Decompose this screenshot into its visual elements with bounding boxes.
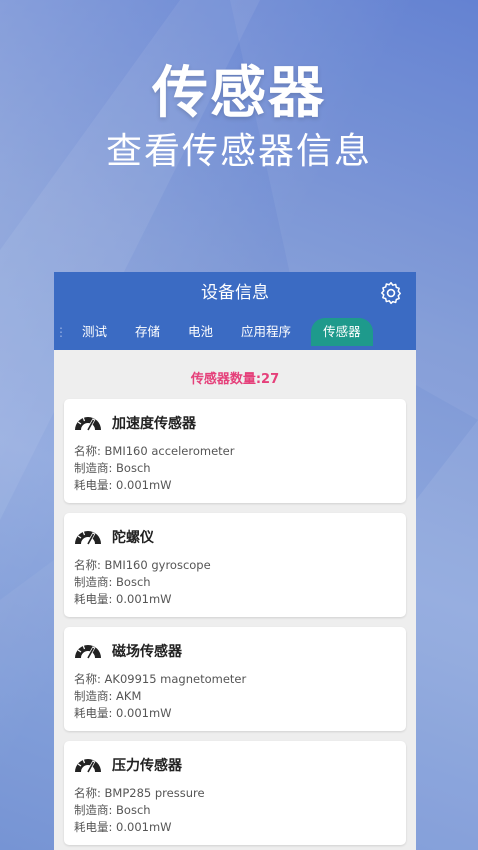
sensor-vendor: 制造商: Bosch <box>74 461 151 475</box>
sensor-model: 名称: BMI160 accelerometer <box>74 444 235 458</box>
sensor-model: 名称: AK09915 magnetometer <box>74 672 247 686</box>
gear-icon[interactable] <box>378 280 404 306</box>
sensor-name: 加速度传感器 <box>112 416 196 432</box>
tab-storage[interactable]: 存储 <box>121 318 174 346</box>
sensor-vendor: 制造商: Bosch <box>74 803 151 817</box>
sensor-card[interactable]: 压力传感器 名称: BMP285 pressure 制造商: Bosch 耗电量… <box>64 741 406 845</box>
app-bar-title: 设备信息 <box>201 283 269 303</box>
gauge-icon <box>75 416 101 431</box>
sensor-power: 耗电量: 0.001mW <box>74 820 172 834</box>
sensor-model: 名称: BMI160 gyroscope <box>74 558 211 572</box>
sensor-vendor: 制造商: Bosch <box>74 575 151 589</box>
sensor-power: 耗电量: 0.001mW <box>74 592 172 606</box>
sensor-card[interactable]: 磁场传感器 名称: AK09915 magnetometer 制造商: AKM … <box>64 627 406 731</box>
sensor-card[interactable]: 陀螺仪 名称: BMI160 gyroscope 制造商: Bosch 耗电量:… <box>64 513 406 617</box>
app-bar: 设备信息 <box>54 272 416 314</box>
tab-test[interactable]: 测试 <box>68 318 121 346</box>
tab-overflow-indicator: ⋮ <box>55 325 67 339</box>
tab-apps[interactable]: 应用程序 <box>227 318 305 346</box>
sensor-name: 压力传感器 <box>112 758 182 774</box>
gauge-icon <box>75 644 101 659</box>
tab-bar: ⋮ 测试 存储 电池 应用程序 传感器 <box>54 314 416 350</box>
gauge-icon <box>75 530 101 545</box>
app-screen: 设备信息 ⋮ 测试 存储 电池 应用程序 传感器 传感器数量:27 加速度传感器… <box>54 272 416 850</box>
hero-subtitle: 查看传感器信息 <box>105 131 372 172</box>
sensor-power: 耗电量: 0.001mW <box>74 706 172 720</box>
sensor-name: 陀螺仪 <box>112 530 154 546</box>
sensor-count: 传感器数量:27 <box>190 372 280 387</box>
sensor-card[interactable]: 加速度传感器 名称: BMI160 accelerometer 制造商: Bos… <box>64 399 406 503</box>
gauge-icon <box>75 758 101 773</box>
hero-title: 传感器 <box>152 60 326 126</box>
tab-sensors[interactable]: 传感器 <box>311 318 373 346</box>
sensor-power: 耗电量: 0.001mW <box>74 478 172 492</box>
sensor-name: 磁场传感器 <box>112 644 182 660</box>
tab-battery[interactable]: 电池 <box>174 318 227 346</box>
sensor-model: 名称: BMP285 pressure <box>74 786 205 800</box>
sensor-vendor: 制造商: AKM <box>74 689 142 703</box>
